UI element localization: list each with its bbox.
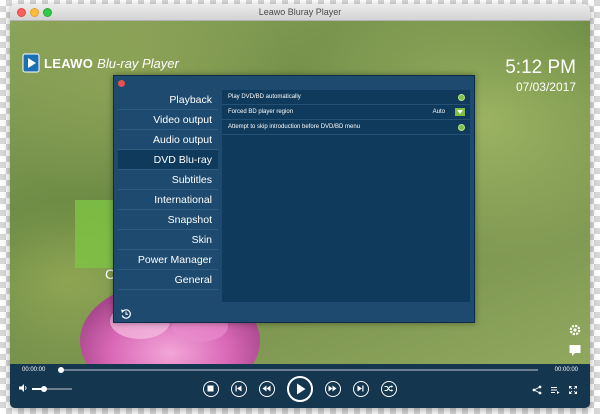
- play-button[interactable]: [287, 376, 313, 402]
- chat-icon[interactable]: [568, 343, 582, 357]
- nav-item-general[interactable]: General: [118, 270, 218, 290]
- time-elapsed: 00:00:00: [22, 367, 46, 373]
- nav-item-skin[interactable]: Skin: [118, 230, 218, 250]
- shuffle-button[interactable]: [381, 381, 397, 397]
- clock-time: 5:12 PM: [505, 57, 576, 78]
- logo-product-text: Blu-ray Player: [97, 55, 179, 71]
- progress-bar[interactable]: [58, 367, 538, 373]
- video-area[interactable]: C LEAWO Blu-ray Player 5:12 PM 07/03/201…: [10, 21, 590, 371]
- region-select[interactable]: Auto: [433, 108, 465, 116]
- option-row-region: Forced BD player region Auto: [222, 105, 470, 120]
- region-select-value: Auto: [432, 109, 445, 115]
- gear-icon[interactable]: [568, 323, 582, 337]
- rewind-button[interactable]: [259, 381, 275, 397]
- next-button[interactable]: [353, 381, 369, 397]
- volume-slider[interactable]: [32, 386, 72, 392]
- rewind-icon: [262, 385, 271, 392]
- previous-button[interactable]: [231, 381, 247, 397]
- option-label: Forced BD player region: [228, 109, 294, 115]
- nav-item-international[interactable]: International: [118, 190, 218, 210]
- progress-handle[interactable]: [58, 367, 64, 373]
- reset-icon[interactable]: [120, 308, 132, 320]
- logo-brand-text: LEAWO: [44, 55, 94, 71]
- option-label: Attempt to skip introduction before DVD/…: [228, 124, 361, 130]
- nav-item-snapshot[interactable]: Snapshot: [118, 210, 218, 230]
- window-title: Leawo Bluray Player: [258, 7, 342, 17]
- nav-item-audio-output[interactable]: Audio output: [118, 130, 218, 150]
- dialog-close-button[interactable]: [118, 80, 125, 87]
- settings-panel: Play DVD/BD automatically Forced BD play…: [222, 90, 470, 302]
- settings-dialog: Playback Video output Audio output DVD B…: [113, 75, 475, 323]
- option-row-skip-intro: Attempt to skip introduction before DVD/…: [222, 120, 470, 135]
- playlist-icon[interactable]: [550, 385, 560, 395]
- shuffle-icon: [384, 385, 393, 392]
- skip-back-icon: [235, 385, 242, 392]
- skip-forward-icon: [357, 385, 364, 392]
- play-icon: [297, 383, 306, 395]
- leawo-logo-icon: [22, 53, 40, 73]
- settings-nav: Playback Video output Audio output DVD B…: [118, 90, 218, 318]
- skip-intro-radio[interactable]: [458, 123, 465, 131]
- volume-handle[interactable]: [41, 386, 47, 392]
- fast-forward-icon: [328, 385, 337, 392]
- nav-item-playback[interactable]: Playback: [118, 90, 218, 110]
- nav-item-power-manager[interactable]: Power Manager: [118, 250, 218, 270]
- time-total: 00:00:00: [554, 367, 578, 373]
- fullscreen-icon[interactable]: [568, 385, 578, 395]
- title-bar: Leawo Bluray Player: [10, 4, 590, 21]
- fast-forward-button[interactable]: [325, 381, 341, 397]
- option-row-autoplay: Play DVD/BD automatically: [222, 90, 470, 105]
- app-window: Leawo Bluray Player C LEAWO Blu-ray Play…: [10, 4, 590, 408]
- autoplay-radio[interactable]: [458, 93, 465, 101]
- leawo-logo: LEAWO Blu-ray Player: [22, 51, 179, 75]
- volume-icon[interactable]: [18, 383, 28, 393]
- option-label: Play DVD/BD automatically: [228, 94, 301, 100]
- stop-button[interactable]: [203, 381, 219, 397]
- stop-icon: [207, 385, 214, 392]
- clock-date: 07/03/2017: [515, 80, 576, 94]
- nav-item-video-output[interactable]: Video output: [118, 110, 218, 130]
- nav-item-subtitles[interactable]: Subtitles: [118, 170, 218, 190]
- chevron-down-icon[interactable]: [455, 108, 465, 116]
- nav-item-dvd-bluray[interactable]: DVD Blu-ray: [118, 150, 218, 170]
- player-controls: 00:00:00 00:00:00: [10, 364, 590, 408]
- share-icon[interactable]: [532, 385, 542, 395]
